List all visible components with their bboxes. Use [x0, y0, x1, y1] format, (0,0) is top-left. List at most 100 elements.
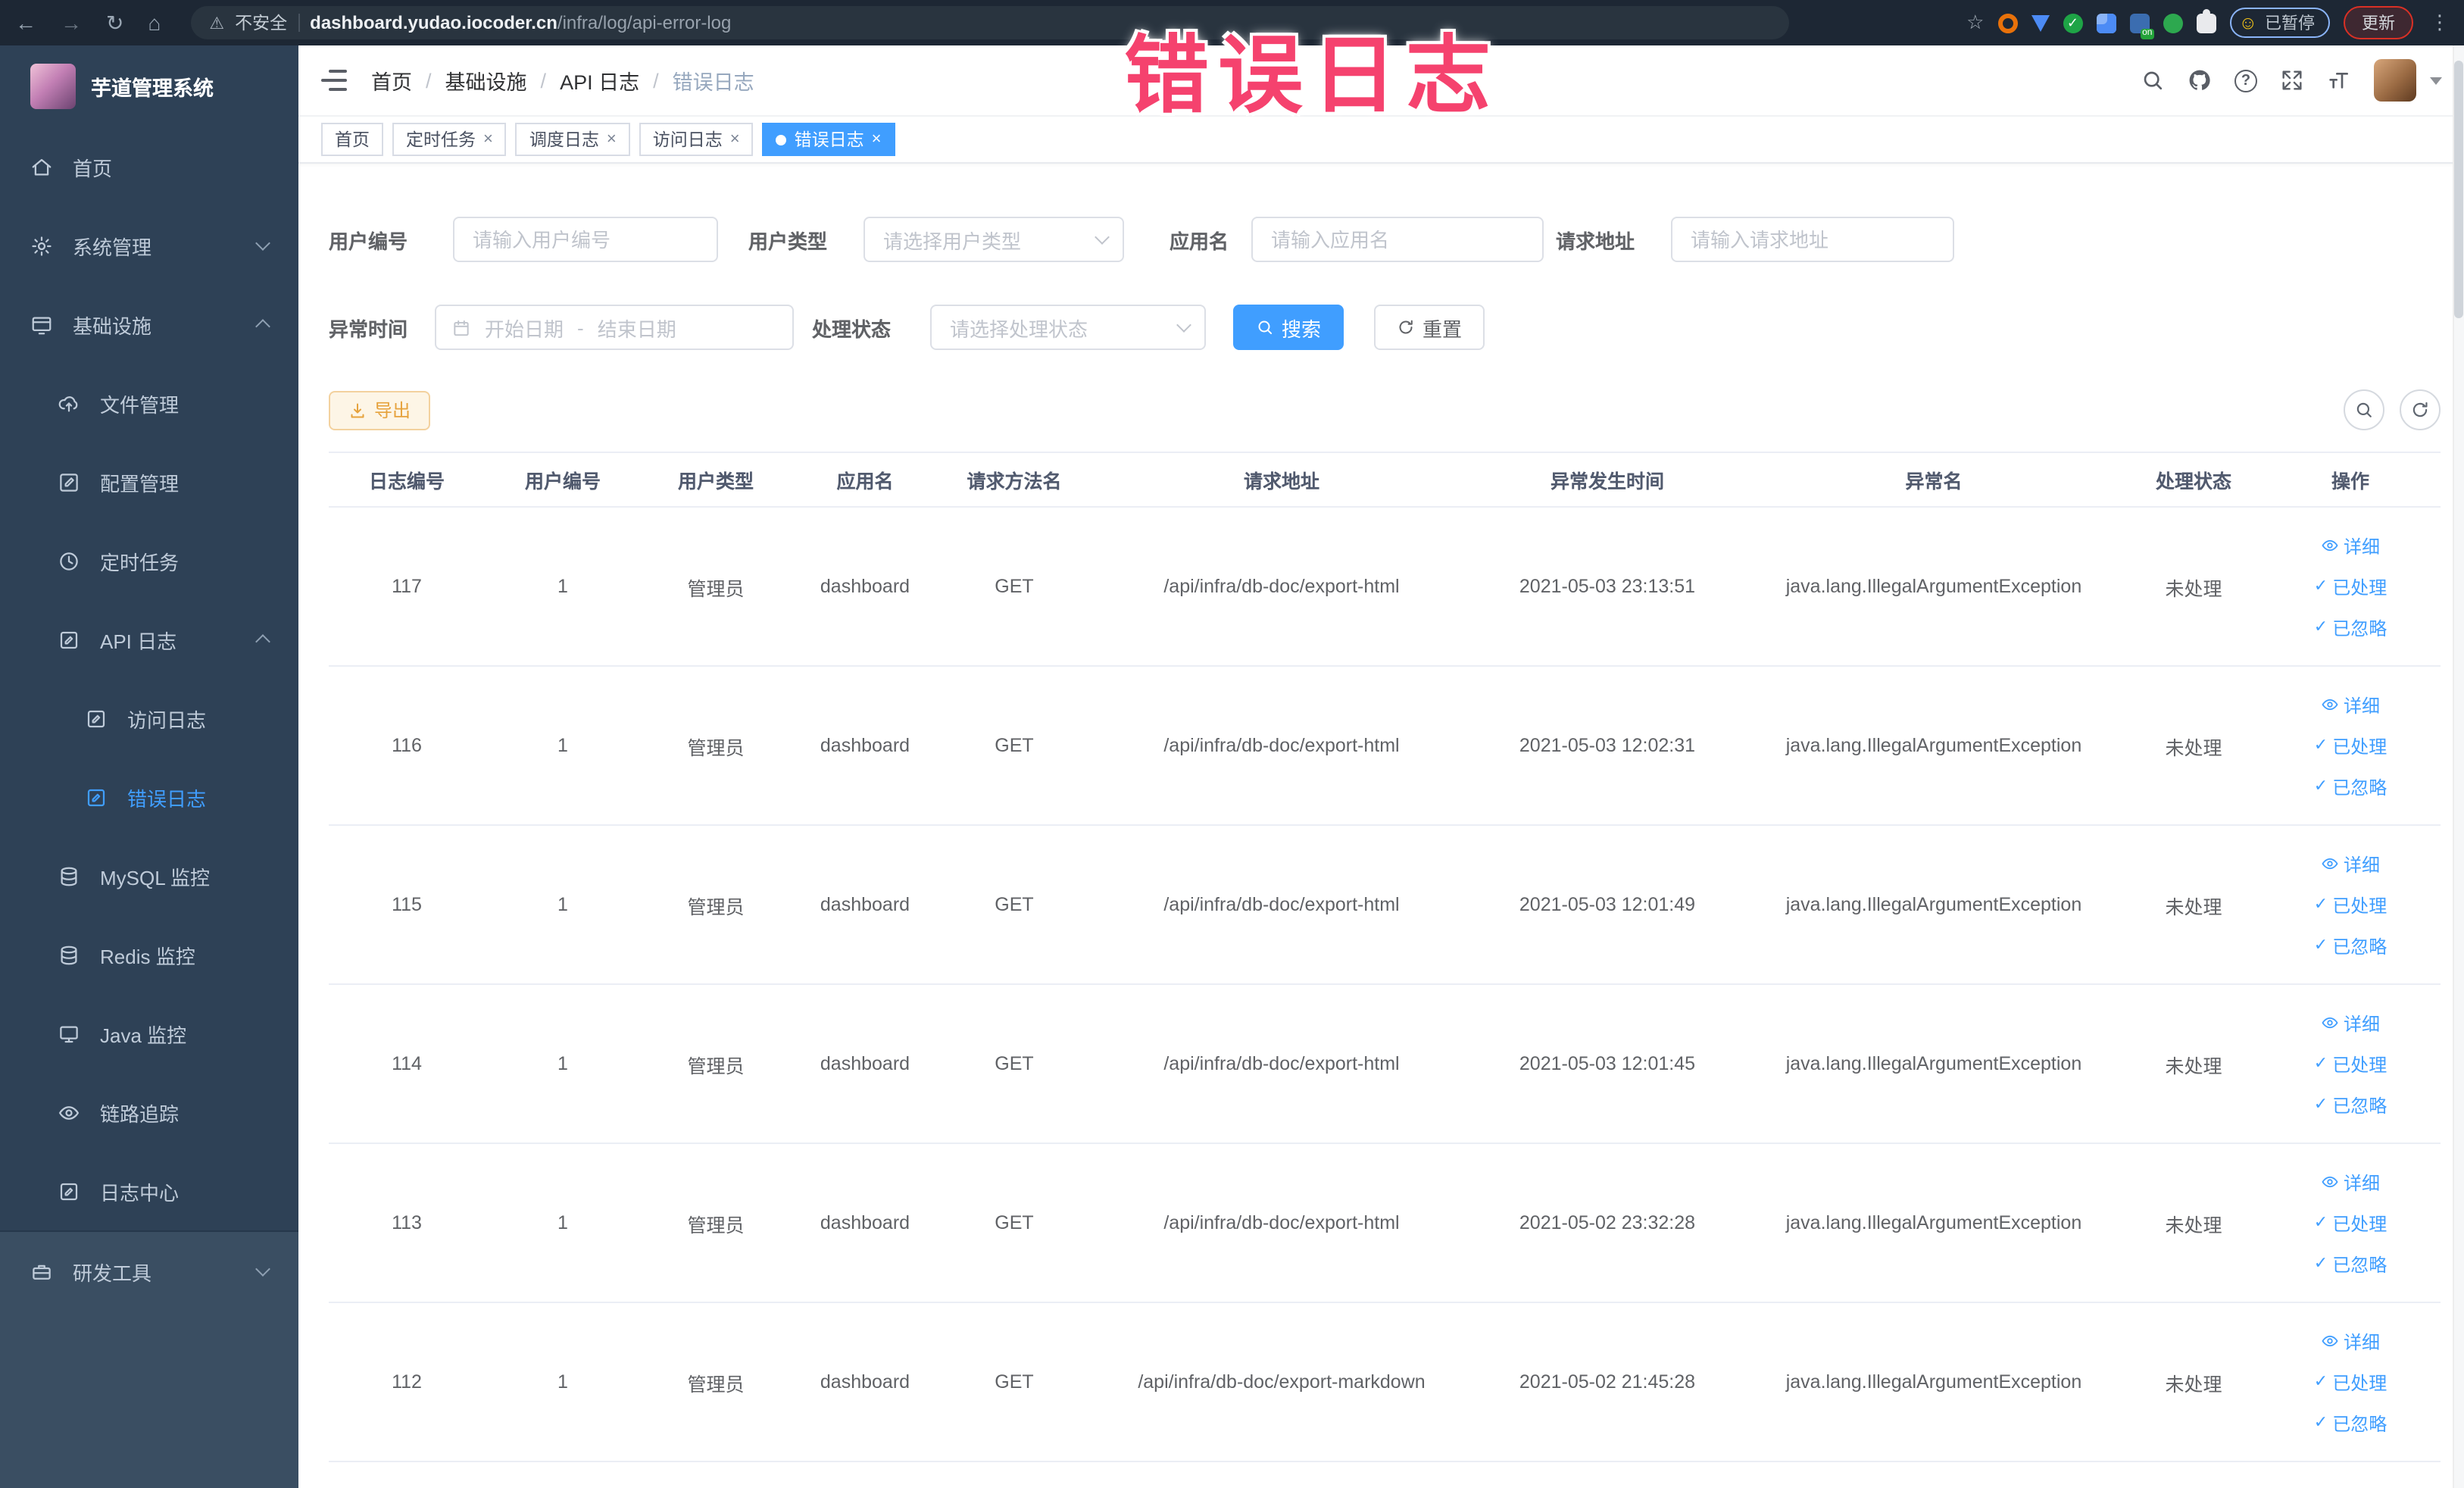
search-icon[interactable] [2141, 68, 2165, 92]
detail-link[interactable]: 详细 [2321, 1169, 2380, 1195]
mark-processed-link[interactable]: ✓ 已处理 [2314, 574, 2387, 599]
sidebar-item-config-management[interactable]: 配置管理 [0, 442, 298, 521]
request-url-input[interactable] [1671, 217, 1954, 262]
user-type-select[interactable]: 请选择用户类型 [863, 217, 1124, 262]
toggle-search-button[interactable] [2344, 389, 2384, 430]
browser-menu-icon[interactable]: ⋮ [2430, 11, 2450, 35]
home-icon [30, 155, 53, 178]
mark-ignored-link[interactable]: ✓ 已忽略 [2314, 774, 2387, 799]
tag-close-icon[interactable]: × [872, 130, 882, 148]
avatar[interactable] [2374, 59, 2416, 102]
sidebar-item-file-management[interactable]: 文件管理 [0, 364, 298, 442]
export-button[interactable]: 导出 [329, 390, 431, 430]
detail-link-label: 详细 [2343, 1013, 2380, 1034]
paused-chip[interactable]: ☺ 已暂停 [2229, 8, 2330, 38]
mark-ignored-link[interactable]: ✓ 已忽略 [2314, 933, 2387, 958]
tag-error-logs[interactable]: 错误日志 × [762, 123, 895, 156]
url-text[interactable]: dashboard.yudao.iocoder.cn/infra/log/api… [310, 12, 731, 33]
detail-link[interactable]: 详细 [2321, 1328, 2380, 1354]
column-header-user-id: 用户编号 [485, 452, 641, 508]
app-name-input[interactable] [1251, 217, 1544, 262]
extension-blue-shield-icon[interactable] [2031, 14, 2050, 31]
hamburger-icon[interactable] [321, 70, 347, 91]
back-arrow-icon[interactable]: ← [15, 12, 36, 33]
user-id-input[interactable] [453, 217, 718, 262]
cell-log-id: 112 [329, 1302, 485, 1462]
detail-link[interactable]: 详细 [2321, 1010, 2380, 1036]
github-icon[interactable] [2188, 68, 2212, 92]
sidebar-item-dev-tools[interactable]: 研发工具 [0, 1232, 298, 1311]
help-icon[interactable]: ? [2234, 69, 2257, 92]
breadcrumb-api-logs[interactable]: API 日志 [560, 65, 639, 95]
sidebar-item-trace[interactable]: 链路追踪 [0, 1073, 298, 1152]
breadcrumb-infrastructure[interactable]: 基础设施 [445, 65, 527, 95]
date-end-placeholder: 结束日期 [597, 317, 676, 340]
sidebar-item-system-management[interactable]: 系统管理 [0, 206, 298, 285]
update-button[interactable]: 更新 [2344, 6, 2413, 39]
reset-button[interactable]: 重置 [1374, 305, 1485, 350]
reset-button-label: 重置 [1422, 317, 1463, 340]
scrollbar[interactable] [2453, 45, 2464, 1488]
mark-processed-link[interactable]: ✓ 已处理 [2314, 892, 2387, 917]
sidebar-item-label: 日志中心 [100, 1181, 180, 1204]
mark-ignored-link[interactable]: ✓ 已忽略 [2314, 1092, 2387, 1118]
app-logo-row[interactable]: 芋道管理系统 [0, 45, 298, 127]
detail-link[interactable]: 详细 [2321, 533, 2380, 558]
sidebar-item-access-logs[interactable]: 访问日志 [0, 679, 298, 758]
cell-status: 未处理 [2127, 1143, 2260, 1303]
scrollbar-thumb[interactable] [2454, 61, 2463, 318]
mark-processed-link[interactable]: ✓ 已处理 [2314, 1051, 2387, 1077]
refresh-icon [1397, 318, 1415, 336]
sidebar-item-scheduled-tasks[interactable]: 定时任务 [0, 521, 298, 600]
address-bar[interactable]: ⚠ 不安全 dashboard.yudao.iocoder.cn/infra/l… [191, 6, 1790, 39]
fullscreen-icon[interactable] [2280, 68, 2304, 92]
tag-close-icon[interactable]: × [483, 130, 493, 148]
tag-scheduled-tasks[interactable]: 定时任务 × [392, 123, 507, 156]
tag-label: 调度日志 [529, 132, 599, 150]
sidebar-item-infrastructure[interactable]: 基础设施 [0, 285, 298, 364]
tag-close-icon[interactable]: × [730, 130, 740, 148]
breadcrumb-home[interactable]: 首页 [371, 65, 412, 95]
tag-dispatch-logs[interactable]: 调度日志 × [515, 123, 630, 156]
detail-link[interactable]: 详细 [2321, 851, 2380, 877]
mark-processed-link[interactable]: ✓ 已处理 [2314, 1369, 2387, 1395]
monitor-icon [58, 1022, 80, 1045]
extension-blue-grid-icon[interactable] [2096, 13, 2116, 33]
refresh-button[interactable] [2400, 389, 2441, 430]
tag-home[interactable]: 首页 [321, 123, 383, 156]
home-icon[interactable]: ⌂ [148, 12, 161, 33]
sidebar-item-mysql-monitor[interactable]: MySQL 监控 [0, 836, 298, 915]
mark-ignored-link[interactable]: ✓ 已忽略 [2314, 1251, 2387, 1277]
security-warning-icon[interactable]: ⚠ [209, 13, 224, 33]
extensions-cluster: ☆ ☺ 已暂停 更新 ⋮ [1966, 6, 2450, 39]
bookmark-star-icon[interactable]: ☆ [1966, 11, 1984, 35]
forward-arrow-icon[interactable]: → [61, 12, 82, 33]
search-icon [2354, 400, 2374, 420]
active-dot-icon [776, 134, 787, 145]
extension-on-badge-icon[interactable] [2129, 13, 2154, 39]
tag-close-icon[interactable]: × [607, 130, 617, 148]
extensions-puzzle-icon[interactable] [2196, 8, 2216, 33]
font-size-icon[interactable] [2327, 68, 2351, 92]
date-range-picker[interactable]: 开始日期 - 结束日期 [435, 305, 794, 350]
caret-down-icon[interactable] [2430, 77, 2442, 84]
extension-orange-ring-icon[interactable] [1997, 13, 2018, 33]
mark-processed-link[interactable]: ✓ 已处理 [2314, 1210, 2387, 1236]
sidebar-item-home[interactable]: 首页 [0, 127, 298, 206]
extension-green-leaf-icon[interactable] [2163, 13, 2183, 33]
sidebar-item-error-logs[interactable]: 错误日志 [0, 758, 298, 836]
sidebar-item-redis-monitor[interactable]: Redis 监控 [0, 915, 298, 994]
sidebar-item-label: Redis 监控 [100, 945, 195, 968]
search-button[interactable]: 搜索 [1233, 305, 1344, 350]
sidebar-item-java-monitor[interactable]: Java 监控 [0, 994, 298, 1073]
detail-link[interactable]: 详细 [2321, 692, 2380, 717]
mark-ignored-link[interactable]: ✓ 已忽略 [2314, 614, 2387, 640]
mark-ignored-link[interactable]: ✓ 已忽略 [2314, 1410, 2387, 1436]
mark-processed-link[interactable]: ✓ 已处理 [2314, 733, 2387, 758]
sidebar-item-api-logs[interactable]: API 日志 [0, 600, 298, 679]
tag-access-logs[interactable]: 访问日志 × [639, 123, 754, 156]
extension-green-check-icon[interactable] [2063, 13, 2083, 33]
sidebar-item-log-center[interactable]: 日志中心 [0, 1152, 298, 1230]
reload-icon[interactable]: ↻ [106, 12, 123, 33]
process-status-select[interactable]: 请选择处理状态 [930, 305, 1206, 350]
